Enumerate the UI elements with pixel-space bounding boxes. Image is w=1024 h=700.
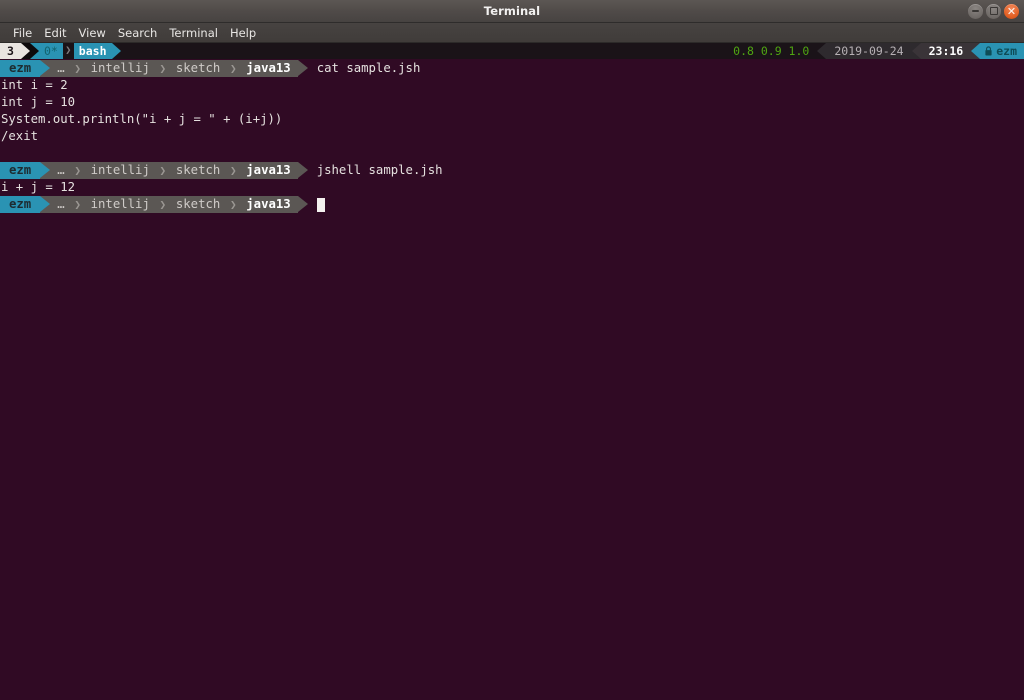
prompt-user: ezm bbox=[0, 196, 41, 213]
status-separator-icon bbox=[111, 43, 121, 59]
prompt-thin-separator-icon: ❯ bbox=[227, 162, 240, 179]
prompt-thin-separator-icon: ❯ bbox=[156, 60, 169, 77]
load-average: 0.8 0.9 1.0 bbox=[725, 43, 818, 59]
prompt-path-ellipsis: … bbox=[50, 196, 72, 213]
prompt-separator-icon bbox=[40, 60, 51, 77]
prompt-separator-icon bbox=[40, 162, 51, 179]
maximize-button[interactable] bbox=[986, 3, 1001, 19]
status-separator-icon bbox=[20, 43, 30, 59]
status-time: 23:16 bbox=[920, 43, 972, 59]
terminal-command: jshell sample.jsh bbox=[316, 163, 443, 177]
minimize-button[interactable] bbox=[968, 3, 983, 19]
close-icon: ✕ bbox=[1006, 4, 1017, 18]
terminal-line: ezm … ❯ intellij ❯ sketch ❯ java13 jshel… bbox=[0, 162, 1024, 179]
prompt-thin-separator-icon: ❯ bbox=[156, 162, 169, 179]
shell-prompt: ezm … ❯ intellij ❯ sketch ❯ java13 bbox=[0, 196, 308, 213]
tmux-session-name: 3 bbox=[0, 43, 21, 59]
maximize-icon bbox=[989, 7, 998, 15]
prompt-thin-separator-icon: ❯ bbox=[71, 162, 84, 179]
status-host: ezm bbox=[980, 43, 1024, 59]
status-separator-icon bbox=[971, 43, 981, 59]
prompt-path-segment: java13 bbox=[239, 60, 298, 77]
menu-item-terminal[interactable]: Terminal bbox=[163, 25, 224, 41]
status-right: 0.8 0.9 1.0 2019-09-24 23:16 ezm bbox=[725, 43, 1024, 59]
minimize-icon bbox=[972, 10, 979, 12]
prompt-separator-icon bbox=[297, 196, 308, 213]
prompt-path-segment: intellij bbox=[83, 60, 157, 77]
prompt-path-segment: java13 bbox=[239, 196, 298, 213]
terminal-output-line: int j = 10 bbox=[1, 95, 76, 109]
menu-item-view[interactable]: View bbox=[73, 25, 112, 41]
prompt-thin-separator-icon: ❯ bbox=[71, 196, 84, 213]
terminal-line: ezm … ❯ intellij ❯ sketch ❯ java13 cat s… bbox=[0, 60, 1024, 77]
menu-item-edit[interactable]: Edit bbox=[38, 25, 72, 41]
terminal-output-line: /exit bbox=[1, 129, 39, 143]
prompt-path-segment: sketch bbox=[168, 162, 228, 179]
prompt-user: ezm bbox=[0, 162, 41, 179]
prompt-thin-separator-icon: ❯ bbox=[156, 196, 169, 213]
window-title: Terminal bbox=[483, 4, 541, 18]
shell-prompt: ezm … ❯ intellij ❯ sketch ❯ java13 bbox=[0, 60, 308, 77]
lock-icon bbox=[985, 46, 992, 56]
tmux-status-line: 3 0* ❯ bash 0.8 0.9 1.0 2019-09-24 23:16 bbox=[0, 43, 1024, 59]
prompt-thin-separator-icon: ❯ bbox=[227, 196, 240, 213]
prompt-path-segment: java13 bbox=[239, 162, 298, 179]
text-cursor[interactable] bbox=[316, 197, 325, 212]
prompt-path-segment: intellij bbox=[83, 196, 157, 213]
status-separator-icon bbox=[911, 43, 921, 59]
status-date: 2019-09-24 bbox=[826, 43, 912, 59]
prompt-separator-icon bbox=[297, 60, 308, 77]
prompt-path-ellipsis: … bbox=[50, 60, 72, 77]
terminal-output-line: int i = 2 bbox=[1, 78, 68, 92]
prompt-path-ellipsis: … bbox=[50, 162, 72, 179]
terminal-window: Terminal ✕ File Edit View Search Termina… bbox=[0, 0, 1024, 700]
tmux-window-index[interactable]: 0* bbox=[38, 43, 63, 59]
menu-bar: File Edit View Search Terminal Help bbox=[0, 23, 1024, 43]
close-button[interactable]: ✕ bbox=[1004, 3, 1019, 19]
terminal-line-active: ezm … ❯ intellij ❯ sketch ❯ java13 bbox=[0, 196, 1024, 213]
status-separator-icon bbox=[817, 43, 827, 59]
prompt-path-segment: sketch bbox=[168, 60, 228, 77]
menu-item-search[interactable]: Search bbox=[112, 25, 164, 41]
menu-item-file[interactable]: File bbox=[7, 25, 38, 41]
prompt-thin-separator-icon: ❯ bbox=[71, 60, 84, 77]
status-separator-icon bbox=[29, 43, 39, 59]
prompt-path-segment: intellij bbox=[83, 162, 157, 179]
terminal-body[interactable]: ezm … ❯ intellij ❯ sketch ❯ java13 cat s… bbox=[0, 59, 1024, 700]
terminal-command: cat sample.jsh bbox=[316, 61, 421, 75]
prompt-separator-icon bbox=[40, 196, 51, 213]
shell-prompt: ezm … ❯ intellij ❯ sketch ❯ java13 bbox=[0, 162, 308, 179]
terminal-output-line: i + j = 12 bbox=[1, 180, 76, 194]
title-bar: Terminal ✕ bbox=[0, 0, 1024, 23]
status-thin-separator-icon: ❯ bbox=[65, 45, 72, 56]
terminal-output-line: System.out.println("i + j = " + (i+j)) bbox=[1, 112, 283, 126]
prompt-user: ezm bbox=[0, 60, 41, 77]
menu-item-help[interactable]: Help bbox=[224, 25, 262, 41]
tmux-window-name[interactable]: bash bbox=[73, 43, 112, 59]
window-controls: ✕ bbox=[968, 0, 1019, 22]
prompt-path-segment: sketch bbox=[168, 196, 228, 213]
status-left: 3 0* ❯ bash bbox=[0, 43, 121, 59]
prompt-thin-separator-icon: ❯ bbox=[227, 60, 240, 77]
prompt-separator-icon bbox=[297, 162, 308, 179]
status-host-label: ezm bbox=[996, 44, 1017, 58]
